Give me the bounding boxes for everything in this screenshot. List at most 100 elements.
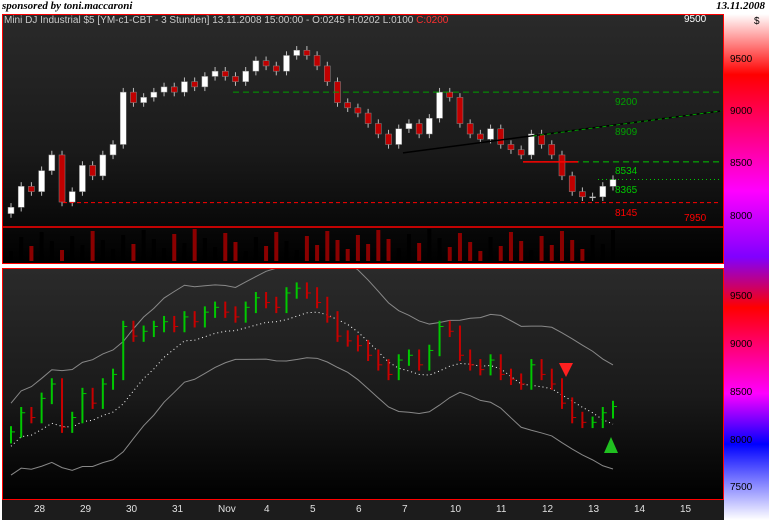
candle-body [119,91,127,145]
candle-body [293,49,300,56]
candle-body [415,123,423,135]
price-pane[interactable] [2,14,724,264]
volume-bar [437,238,442,261]
volume-bar [70,236,75,261]
x-tick-label: 14 [634,504,646,515]
x-tick-label: 5 [310,504,316,515]
candle-body [181,81,188,93]
candle-body [446,91,453,98]
volume-bar [427,229,432,261]
candle-body [17,186,25,208]
chart-header: Mini DJ Industrial $5 [YM-c1-CBT - 3 Stu… [4,15,448,26]
candle-body [313,55,321,67]
top-bar: sponsored by toni.maccaroni 13.11.2008 [0,0,769,14]
candle-body [222,70,229,77]
volume-bar [172,234,177,261]
price-chart [3,46,723,261]
volume-bar [498,246,503,261]
candle-body [232,76,239,82]
candle-body [89,165,96,177]
indicator-pane[interactable] [2,268,724,500]
volume-bar [590,235,595,261]
volume-bar [447,247,452,261]
volume-bar [345,249,350,261]
candle-body [130,91,137,103]
volume-bar [213,247,218,261]
candle-body [324,65,331,82]
level-label: 8534 [615,166,638,177]
candle-body [344,102,351,109]
volume-bar [580,249,585,261]
candle-body [201,76,209,88]
candle-body [375,123,382,135]
candle-body [385,133,392,145]
candle-body [599,186,607,198]
volume-bar [284,241,289,261]
candle-body [497,128,505,145]
candle-body [191,81,198,88]
volume-bar [253,237,258,261]
volume-bar [335,240,340,261]
y-tick-label: 8000 [730,210,753,222]
y-tick-label: 8500 [730,158,753,170]
y-tick-label: 8500 [730,386,753,398]
volume-bar [111,249,116,261]
candle-body [517,149,525,156]
volume-bar [19,237,24,261]
volume-bar [508,232,513,261]
candle-body [140,97,147,103]
candle-body [28,186,35,192]
x-tick-label: 30 [126,504,138,515]
volume-bar [9,251,13,261]
candle-body [487,128,494,140]
y-tick-label: 9000 [730,106,753,118]
volume-bar [529,250,534,261]
volume-bar [355,235,360,261]
currency-symbol: $ [754,16,760,27]
y-tick-label: 9500 [730,53,753,65]
bollinger-upper-band [10,269,614,404]
volume-bar [600,244,605,261]
candle-body [589,196,596,199]
top-right-value: 9500 [684,14,707,25]
candle-body [109,144,117,156]
volume-bar [39,232,44,261]
volume-bar [570,240,575,261]
candle-body [150,91,158,98]
volume-bar [243,251,248,261]
x-tick-label: 4 [264,504,270,515]
volume-bar [366,244,371,261]
candle-body [426,118,433,135]
candle-body [303,49,311,56]
chart-header-change: C:0200 [416,15,449,26]
candle-body [548,144,556,156]
volume-bar [406,234,411,261]
candle-body [405,123,413,130]
y-tick-label: 8000 [730,434,753,446]
x-tick-label: 7 [402,504,408,515]
candle-body [395,128,402,145]
x-tick-label: Nov [218,504,236,515]
volume-bar [131,244,136,261]
x-tick-label: 28 [34,504,46,515]
x-tick-label: 6 [356,504,362,515]
volume-bar [274,232,279,261]
candle-body [364,112,372,124]
level-label: 9200 [615,97,638,108]
candle-body [273,65,280,72]
volume-bar [223,233,228,261]
x-tick-label: 12 [542,504,554,515]
volume-bar [478,251,483,261]
candle-body [354,107,362,114]
volume-bar [549,245,554,261]
x-tick-label: 10 [450,504,462,515]
volume-bar [488,237,493,261]
volume-bar [80,245,85,261]
y-tick-label: 9000 [730,338,753,350]
chart-header-symbol: Mini DJ Industrial $5 [YM-c1-CBT - 3 Stu… [4,15,414,26]
candle-body [283,55,290,72]
candle-body [48,154,56,171]
candle-body [436,91,443,119]
x-tick-label: 13 [588,504,600,515]
candle-body [252,60,260,72]
